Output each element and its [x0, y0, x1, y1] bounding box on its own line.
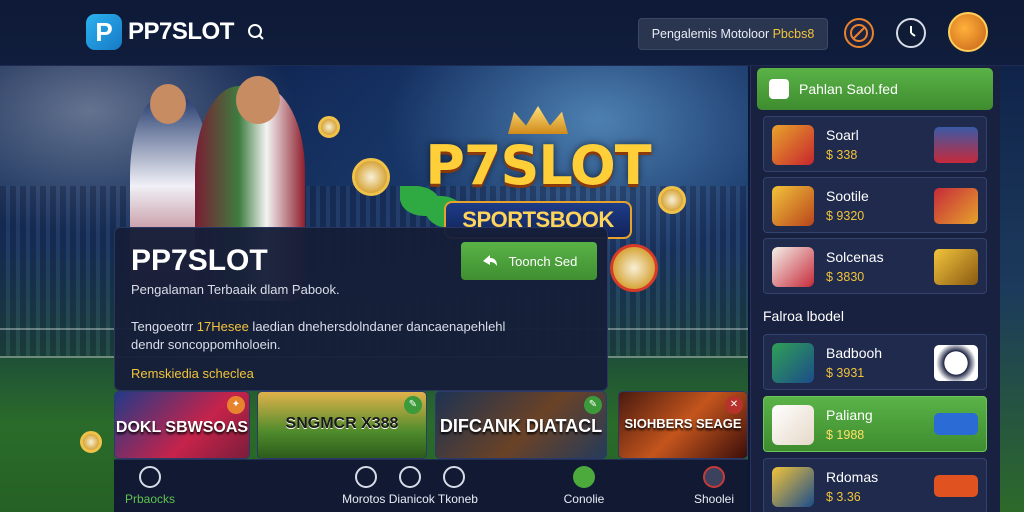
- coin-icon: [352, 158, 390, 196]
- sidebar-item-price: $ 9320: [826, 209, 865, 223]
- sidebar-item[interactable]: Rdomas $ 3.36: [763, 458, 987, 512]
- logo-text[interactable]: PP7SLOT: [128, 18, 234, 46]
- thumbnail-label: SNGMCR X388: [285, 415, 399, 432]
- nav-item-settings[interactable]: Shoolei: [684, 466, 744, 506]
- bottom-nav: Prbaocks Morotos Dianicok Tkoneb Conolie…: [114, 459, 748, 512]
- player-avatar: [934, 127, 978, 163]
- settings-icon: [703, 466, 725, 488]
- sidebar-item-name: Paliang: [826, 407, 873, 423]
- clock-icon[interactable]: [896, 18, 926, 48]
- gift-icon: [934, 188, 978, 224]
- pill-text: Pengalemis Motoloor: [651, 27, 773, 41]
- promo-icon: [139, 466, 161, 488]
- badge-icon: ✕: [725, 396, 743, 414]
- game-thumbnail[interactable]: ✦ DOKL SBWSOAS: [114, 391, 250, 459]
- avatar[interactable]: [948, 12, 988, 52]
- twitter-icon: [934, 413, 978, 435]
- sidebar-item[interactable]: Soarl $ 338: [763, 116, 987, 172]
- top-bar: P PP7SLOT Pengalemis Motoloor Pbcbs8: [0, 0, 1024, 66]
- sport-icon: [355, 466, 377, 488]
- badge-icon: ✎: [404, 396, 422, 414]
- badge-icon: ✦: [227, 396, 245, 414]
- check-icon: [573, 466, 595, 488]
- logo-letter: P: [95, 16, 113, 47]
- coupon-icon: [769, 79, 789, 99]
- ticket-icon: [934, 475, 978, 497]
- bonus-icon: [772, 186, 814, 226]
- background-edge: [1000, 66, 1024, 512]
- info-card: PP7SLOT Pengalaman Terbaaik dlam Pabook.…: [114, 227, 608, 391]
- nav-item-combo[interactable]: Conolie: [554, 466, 614, 506]
- sidebar: Pahlan Saol.fed Soarl $ 338 Sootile $ 93…: [750, 66, 1000, 512]
- share-icon: [482, 255, 497, 266]
- desc-text: Tengoeotrr: [131, 319, 197, 334]
- nav-label: Conolie: [563, 492, 605, 506]
- nav-label: Prbaocks: [124, 492, 176, 506]
- thumbnail-label: DIFCANK DIATACL: [439, 416, 603, 436]
- nav-label: Shoolei: [693, 492, 735, 506]
- nav-item-middle[interactable]: Morotos Dianicok Tkoneb: [340, 466, 480, 506]
- crown-icon: [508, 106, 568, 134]
- sidebar-item-price: $ 3.36: [826, 490, 861, 504]
- shield-icon: [772, 343, 814, 383]
- coin-icon: [80, 431, 102, 453]
- nav-icon-group: [355, 466, 465, 488]
- sidebar-item-price: $ 1988: [826, 428, 865, 442]
- thumbnail-label: SIOHBERS SEAGE: [624, 416, 742, 431]
- soccer-ball-icon: [934, 345, 978, 381]
- sidebar-item[interactable]: Solcenas $ 3830: [763, 238, 987, 294]
- coin-icon: [318, 116, 340, 138]
- sidebar-item-price: $ 3931: [826, 366, 865, 380]
- sidebar-item-price: $ 3830: [826, 270, 865, 284]
- slot-icon: [772, 467, 814, 507]
- sidebar-item[interactable]: Sootile $ 9320: [763, 177, 987, 233]
- hero-title: P7SLOT: [425, 134, 651, 197]
- badge-icon: ✎: [584, 396, 602, 414]
- sidebar-header-label: Pahlan Saol.fed: [799, 81, 898, 97]
- target-icon[interactable]: [844, 18, 874, 48]
- cards-icon: [772, 247, 814, 287]
- coins-icon: [934, 249, 978, 285]
- nav-label: Morotos Dianicok Tkoneb: [342, 492, 478, 506]
- pill-accent: Pbcbs8: [772, 27, 815, 41]
- game-thumbnail[interactable]: ✎ SNGMCR X388: [257, 391, 427, 459]
- info-link[interactable]: Remskiedia scheclea: [131, 366, 254, 381]
- sidebar-item-name: Badbooh: [826, 345, 883, 361]
- info-subtitle: Pengalaman Terbaaik dlam Pabook.: [131, 282, 340, 297]
- nav-item-promo[interactable]: Prbaocks: [120, 466, 180, 506]
- thumbnail-label: DOKL SBWSOAS: [115, 419, 249, 436]
- share-icon: [443, 466, 465, 488]
- logo-icon[interactable]: P: [86, 14, 122, 50]
- info-title: PP7SLOT: [131, 244, 268, 277]
- game-thumbnail[interactable]: ✕ SIOHBERS SEAGE: [618, 391, 748, 459]
- sidebar-item-name: Solcenas: [826, 249, 884, 265]
- sidebar-item-name: Rdomas: [826, 469, 879, 485]
- sidebar-item-name: Sootile: [826, 188, 869, 204]
- share-button[interactable]: Toonch Sed: [461, 242, 597, 280]
- sidebar-item[interactable]: Badbooh $ 3931: [763, 334, 987, 390]
- sidebar-header[interactable]: Pahlan Saol.fed: [757, 68, 993, 110]
- header-promo-pill[interactable]: Pengalemis Motoloor Pbcbs8: [638, 18, 828, 50]
- search-icon[interactable]: [246, 22, 266, 42]
- dice-icon: [772, 405, 814, 445]
- player-head: [236, 76, 280, 124]
- sidebar-item-active[interactable]: Paliang $ 1988: [763, 396, 987, 452]
- desc-accent: 17Hesee: [196, 319, 249, 334]
- ticket-icon: [772, 125, 814, 165]
- sidebar-item-name: Soarl: [826, 127, 859, 143]
- info-description: Tengoeotrr 17Hesee laedian dnehersdolnda…: [131, 318, 531, 354]
- chat-icon: [399, 466, 421, 488]
- sidebar-item-price: $ 338: [826, 148, 858, 162]
- game-thumbnail[interactable]: ✎ DIFCANK DIATACL: [435, 391, 607, 459]
- player-head: [150, 84, 186, 124]
- sidebar-section-title: Falroa lbodel: [763, 308, 844, 324]
- share-button-label: Toonch Sed: [508, 253, 578, 269]
